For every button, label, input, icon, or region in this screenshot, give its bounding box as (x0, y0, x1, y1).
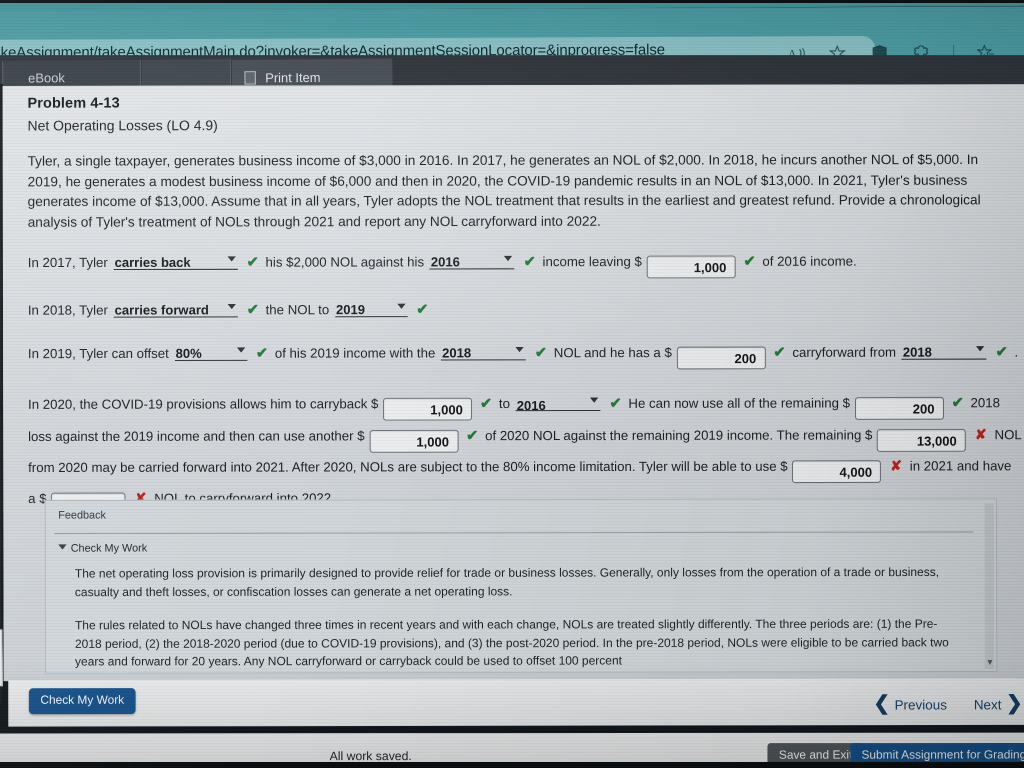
row-2019-text-2: of his 2019 income with the (274, 345, 436, 361)
answer-row-2019: In 2019, Tyler can offset 80% ✔ of his 2… (28, 339, 1022, 371)
correct-mark: ✔ (246, 300, 259, 318)
answer-row-2018: In 2018, Tyler carries forward ✔ the NOL… (28, 295, 1022, 323)
select-2020-year[interactable]: 2016 (515, 392, 601, 413)
row-2018-text-1: In 2018, Tyler (27, 302, 108, 318)
row-2020-text-5: of 2020 NOL against the remaining 2019 i… (485, 427, 873, 444)
chevron-down-icon (236, 347, 245, 353)
select-2017-action-value: carries back (114, 255, 191, 271)
assignment-page: ▲ ▼ Problem 4-13 Net Operating Losses (L… (2, 84, 1024, 682)
row-2017-text-4: of 2016 income. (762, 253, 857, 269)
triangle-down-icon (58, 544, 67, 550)
previous-nav[interactable]: ❮ Previous (873, 692, 946, 716)
correct-mark: ✔ (255, 344, 269, 361)
scroll-down-arrow-icon[interactable]: ▼ (986, 658, 994, 667)
problem-content: Problem 4-13 Net Operating Losses (LO 4.… (27, 93, 1021, 516)
screen-top-bezel (0, 0, 1024, 3)
correct-mark: ✔ (466, 426, 479, 444)
chevron-down-icon (227, 256, 236, 262)
input-2020-remaining[interactable] (854, 396, 944, 420)
chevron-left-icon: ❮ (873, 693, 890, 715)
select-2017-year[interactable]: 2016 (429, 250, 515, 270)
answer-row-2017: In 2017, Tyler carries back ✔ his $2,000… (28, 248, 1022, 280)
chevron-down-icon (397, 303, 406, 309)
input-2019-carryforward[interactable] (676, 346, 766, 370)
select-2018-action-value: carries forward (114, 302, 209, 318)
row-2019-text-4: carryforward from (792, 344, 897, 360)
feedback-divider (54, 531, 974, 535)
check-my-work-label: Check My Work (70, 542, 148, 555)
problem-body: Tyler, a single taxpayer, generates busi… (27, 151, 981, 230)
scroll-down-arrow-icon[interactable]: ▼ (0, 672, 1, 682)
feedback-header: Feedback (58, 509, 106, 522)
feedback-paragraph-1: The net operating loss provision is prim… (74, 565, 940, 599)
select-2019-year-2-value: 2018 (902, 345, 932, 360)
correct-mark: ✔ (743, 252, 756, 269)
select-2019-year-2[interactable]: 2018 (901, 340, 987, 360)
chevron-down-icon (227, 303, 236, 310)
problem-subtitle: Net Operating Losses (LO 4.9) (27, 117, 218, 134)
select-2018-year[interactable]: 2019 (334, 298, 408, 318)
select-2019-percent[interactable]: 80% (174, 342, 248, 362)
chevron-down-icon (976, 346, 985, 352)
print-item-label: Print Item (265, 70, 321, 86)
chevron-down-icon (515, 346, 524, 353)
select-2018-action[interactable]: carries forward (113, 298, 238, 318)
input-2021-use[interactable] (792, 460, 882, 484)
chevron-right-icon: ❯ (1006, 692, 1023, 715)
feedback-panel: Feedback Check My Work The net operating… (44, 498, 998, 674)
check-my-work-toggle[interactable]: Check My Work (58, 542, 147, 555)
correct-mark: ✔ (609, 394, 622, 411)
tab-ebook-label: eBook (28, 70, 65, 86)
select-2019-year-value: 2018 (442, 346, 472, 361)
correct-mark: ✔ (246, 253, 259, 270)
select-2017-action[interactable]: carries back (113, 251, 238, 271)
chevron-down-icon (504, 255, 513, 262)
feedback-paragraph-2: The rules related to NOLs have changed t… (74, 617, 949, 669)
correct-mark: ✔ (995, 342, 1008, 360)
page-navigation: ❮ Previous Next ❯ (873, 692, 1022, 716)
input-2020-nol[interactable] (877, 428, 967, 452)
previous-link[interactable]: Previous (895, 697, 947, 713)
correct-mark: ✔ (534, 343, 547, 361)
answer-paragraph-2020: In 2020, the COVID-19 provisions allows … (27, 387, 1022, 516)
row-2020-text-2: to (498, 395, 510, 412)
correct-mark: ✔ (479, 394, 493, 412)
select-2019-percent-value: 80% (175, 346, 202, 362)
incorrect-mark: ✘ (974, 426, 987, 443)
correct-mark: ✔ (416, 300, 429, 318)
row-2020-text-1: In 2020, the COVID-19 provisions allows … (27, 395, 379, 412)
feedback-scrollbar[interactable]: ▼ (984, 503, 995, 670)
row-2019-text-3: NOL and he has a $ (553, 344, 672, 361)
row-2017-text-1: In 2017, Tyler (27, 254, 108, 271)
input-2020-carryback[interactable] (383, 397, 473, 421)
correct-mark: ✔ (951, 393, 964, 411)
select-2018-year-value: 2019 (335, 302, 366, 318)
row-2020-text-3: He can now use all of the remaining $ (628, 395, 851, 411)
select-2017-year-value: 2016 (430, 254, 460, 270)
incorrect-mark: ✘ (890, 458, 902, 474)
printer-icon (244, 71, 256, 85)
row-2017-text-2: his $2,000 NOL against his (265, 253, 425, 270)
row-2018-text-2: the NOL to (265, 301, 330, 318)
row-2019-text-5: . (1014, 344, 1019, 360)
select-2019-year[interactable]: 2018 (441, 341, 526, 361)
correct-mark: ✔ (523, 252, 536, 270)
screen-bottom-bezel (0, 762, 1024, 768)
input-2020-another[interactable] (369, 429, 459, 453)
chevron-down-icon (590, 397, 599, 403)
action-bar: Check My Work ❮ Previous Next ❯ (8, 677, 1024, 727)
next-nav[interactable]: Next ❯ (974, 692, 1023, 716)
problem-title: Problem 4-13 (27, 94, 120, 111)
browser-address-bar: ilrn/takeAssignment/takeAssignmentMain.d… (0, 6, 1024, 67)
row-2017-text-3: income leaving $ (542, 253, 642, 270)
input-2017-amount[interactable] (646, 255, 736, 279)
check-my-work-button[interactable]: Check My Work (28, 688, 136, 715)
select-2020-year-value: 2016 (516, 398, 546, 414)
row-2019-text-1: In 2019, Tyler can offset (27, 345, 169, 362)
correct-mark: ✔ (773, 343, 786, 360)
next-link[interactable]: Next (974, 697, 1002, 713)
